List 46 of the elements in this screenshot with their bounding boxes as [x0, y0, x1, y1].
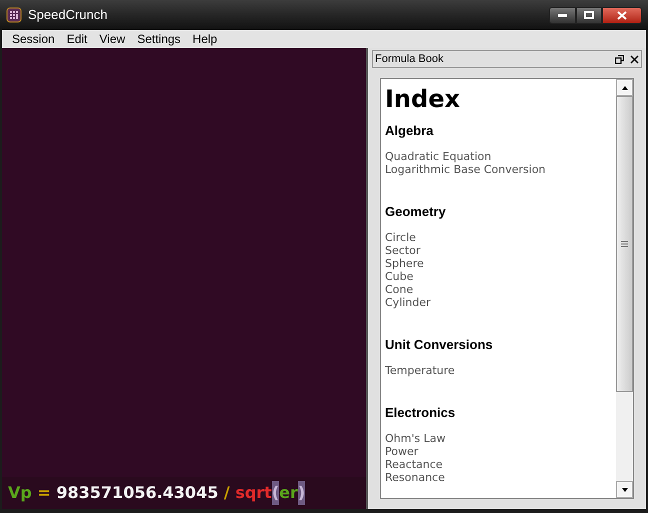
formula-link[interactable]: Sector: [385, 244, 612, 257]
scroll-up-button[interactable]: [616, 79, 633, 96]
formula-link[interactable]: Power: [385, 445, 612, 458]
panel-title: Formula Book: [375, 52, 444, 67]
section-heading: Geometry: [385, 204, 447, 220]
close-icon[interactable]: [630, 54, 639, 64]
formula-link[interactable]: Sphere: [385, 257, 612, 270]
formula-link[interactable]: Cone: [385, 283, 612, 296]
formula-link[interactable]: Logarithmic Base Conversion: [385, 163, 612, 176]
section-heading: Algebra: [385, 123, 434, 139]
formula-link[interactable]: Resonance: [385, 471, 612, 484]
scroll-down-button[interactable]: [616, 481, 633, 498]
window-title: SpeedCrunch: [28, 6, 108, 24]
menu-item[interactable]: Settings: [131, 30, 187, 48]
app-icon: [6, 7, 22, 23]
expression-token: Vp: [8, 482, 32, 504]
section-heading: Electronics: [385, 405, 456, 421]
grip-icon: [621, 241, 628, 247]
formula-link[interactable]: Reactance: [385, 458, 612, 471]
expression-token: 983571056.43045: [56, 482, 218, 504]
expression-token: =: [36, 482, 52, 504]
expression-token: er: [279, 482, 298, 504]
formula-link[interactable]: Ohm's Law: [385, 432, 612, 445]
expression-field[interactable]: Vp = 983571056.43045 / sqrt(er): [2, 477, 366, 509]
close-button[interactable]: [602, 6, 642, 24]
formula-link[interactable]: Cylinder: [385, 296, 612, 309]
menu-item[interactable]: Edit: [60, 30, 94, 48]
expression-token: ): [298, 481, 306, 505]
formula-link[interactable]: Temperature: [385, 364, 612, 377]
index-heading: Index: [385, 85, 461, 113]
expression-token: (: [272, 481, 280, 505]
formula-link[interactable]: Circle: [385, 231, 612, 244]
maximize-button[interactable]: [576, 6, 602, 24]
float-icon[interactable]: [615, 54, 624, 64]
expression-token: /: [222, 482, 231, 504]
formula-link[interactable]: Cube: [385, 270, 612, 283]
menu-item[interactable]: Help: [186, 30, 224, 48]
scrollbar[interactable]: [616, 79, 633, 498]
formula-link[interactable]: Quadratic Equation: [385, 150, 612, 163]
section-heading: Unit Conversions: [385, 337, 494, 353]
scroll-thumb[interactable]: [616, 96, 633, 392]
minimize-button[interactable]: [549, 6, 576, 24]
close-icon: [617, 10, 627, 20]
menu-item[interactable]: Session: [6, 30, 61, 48]
expression-token: sqrt: [235, 482, 272, 504]
menu-item[interactable]: View: [93, 30, 132, 48]
